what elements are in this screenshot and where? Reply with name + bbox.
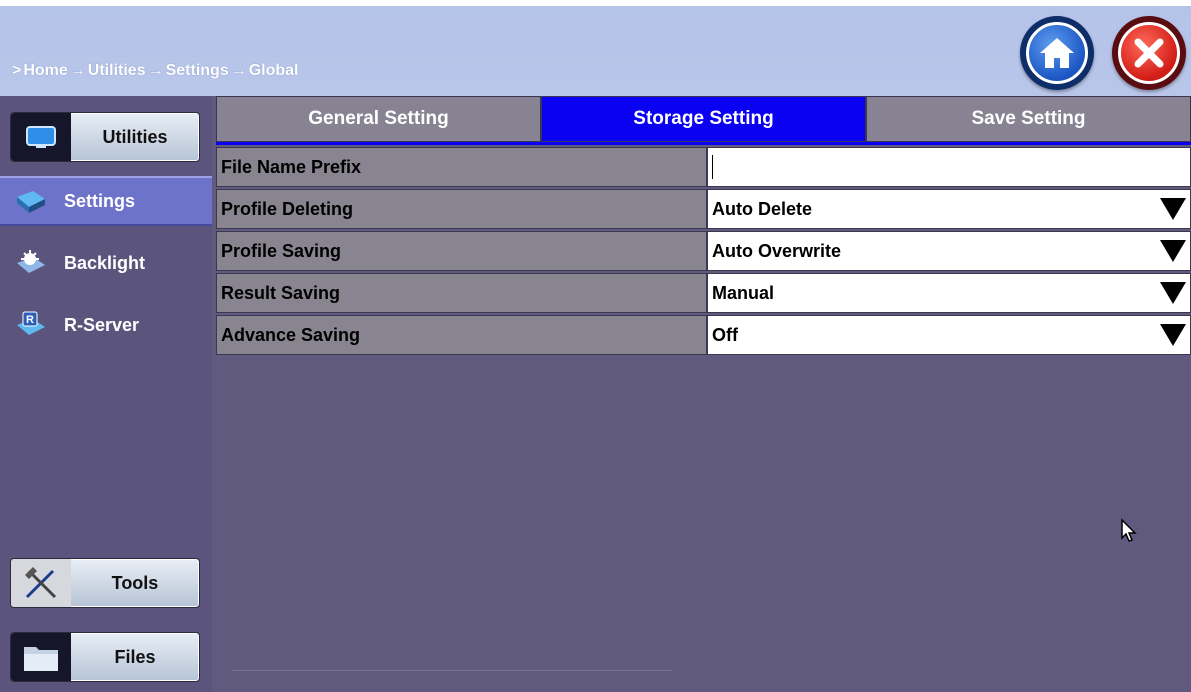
- files-button[interactable]: Files: [10, 632, 200, 682]
- profile-saving-select[interactable]: Auto Overwrite: [707, 231, 1191, 271]
- arrow-right-icon: →: [147, 62, 164, 79]
- advance-saving-select[interactable]: Off: [707, 315, 1191, 355]
- select-value: Manual: [712, 282, 775, 303]
- setting-label: Advance Saving: [216, 315, 707, 355]
- result-saving-select[interactable]: Manual: [707, 273, 1191, 313]
- sidebar-item-label: R-Server: [64, 314, 140, 335]
- svg-text:R: R: [26, 314, 34, 326]
- home-button[interactable]: [1020, 16, 1094, 90]
- dropdown-arrow-icon: [1160, 198, 1186, 220]
- tab-underline: [216, 142, 1191, 145]
- profile-deleting-select[interactable]: Auto Delete: [707, 189, 1191, 229]
- home-icon: [1040, 38, 1074, 68]
- setting-row-profile-deleting: Profile Deleting Auto Delete: [216, 189, 1191, 231]
- tools-button-label: Tools: [111, 572, 159, 593]
- setting-row-profile-saving: Profile Saving Auto Overwrite: [216, 231, 1191, 273]
- setting-row-advance-saving: Advance Saving Off: [216, 315, 1191, 357]
- breadcrumb-global: Global: [248, 62, 299, 79]
- files-icon: [11, 633, 71, 681]
- sidebar-item-label: Settings: [64, 190, 136, 211]
- breadcrumb: > Home → Utilities → Settings → Global: [10, 62, 299, 80]
- utilities-button[interactable]: Utilities: [10, 112, 200, 162]
- select-value: Auto Delete: [712, 198, 813, 219]
- sidebar-item-r-server[interactable]: R R-Server: [0, 300, 212, 350]
- dropdown-arrow-icon: [1160, 324, 1186, 346]
- settings-table: File Name Prefix Profile Deleting Auto D…: [216, 147, 1191, 357]
- scrollbar[interactable]: [232, 670, 672, 671]
- setting-row-result-saving: Result Saving Manual: [216, 273, 1191, 315]
- tools-button[interactable]: Tools: [10, 558, 200, 608]
- setting-row-file-name-prefix: File Name Prefix: [216, 147, 1191, 189]
- tab-bar: General Setting Storage Setting Save Set…: [216, 96, 1191, 144]
- tab-storage-setting[interactable]: Storage Setting: [541, 96, 866, 142]
- app-window: > Home → Utilities → Settings → Global U…: [0, 0, 1191, 692]
- files-button-label: Files: [114, 646, 156, 667]
- text-cursor: [712, 155, 713, 179]
- sidebar-item-settings[interactable]: Settings: [0, 176, 212, 226]
- tab-save-setting[interactable]: Save Setting: [866, 96, 1191, 142]
- close-icon: [1134, 38, 1164, 68]
- breadcrumb-home[interactable]: Home: [23, 62, 67, 80]
- setting-label: File Name Prefix: [216, 147, 707, 187]
- mouse-pointer-icon: [1121, 518, 1137, 542]
- breadcrumb-chevron-icon: >: [12, 62, 22, 79]
- sidebar-item-backlight[interactable]: Backlight: [0, 238, 212, 288]
- arrow-right-icon: →: [69, 62, 86, 79]
- close-button[interactable]: [1112, 16, 1186, 90]
- setting-label: Profile Deleting: [216, 189, 707, 229]
- tools-icon: [11, 559, 71, 607]
- file-name-prefix-input[interactable]: [707, 147, 1191, 187]
- select-value: Off: [712, 324, 738, 345]
- settings-icon: [14, 186, 48, 216]
- sidebar: Utilities Settings Backlight R R-Server …: [0, 96, 212, 692]
- dropdown-arrow-icon: [1160, 282, 1186, 304]
- utilities-button-label: Utilities: [102, 126, 168, 147]
- main-panel: General Setting Storage Setting Save Set…: [212, 96, 1191, 692]
- arrow-right-icon: →: [230, 62, 247, 79]
- breadcrumb-settings[interactable]: Settings: [166, 62, 229, 80]
- header-bar: > Home → Utilities → Settings → Global: [0, 0, 1191, 96]
- sidebar-item-label: Backlight: [64, 252, 146, 273]
- select-value: Auto Overwrite: [712, 240, 842, 261]
- dropdown-arrow-icon: [1160, 240, 1186, 262]
- monitor-icon: [11, 113, 71, 161]
- setting-label: Result Saving: [216, 273, 707, 313]
- tab-general-setting[interactable]: General Setting: [216, 96, 541, 142]
- breadcrumb-utilities[interactable]: Utilities: [88, 62, 146, 80]
- backlight-icon: [14, 248, 48, 278]
- r-server-icon: R: [14, 310, 48, 340]
- setting-label: Profile Saving: [216, 231, 707, 271]
